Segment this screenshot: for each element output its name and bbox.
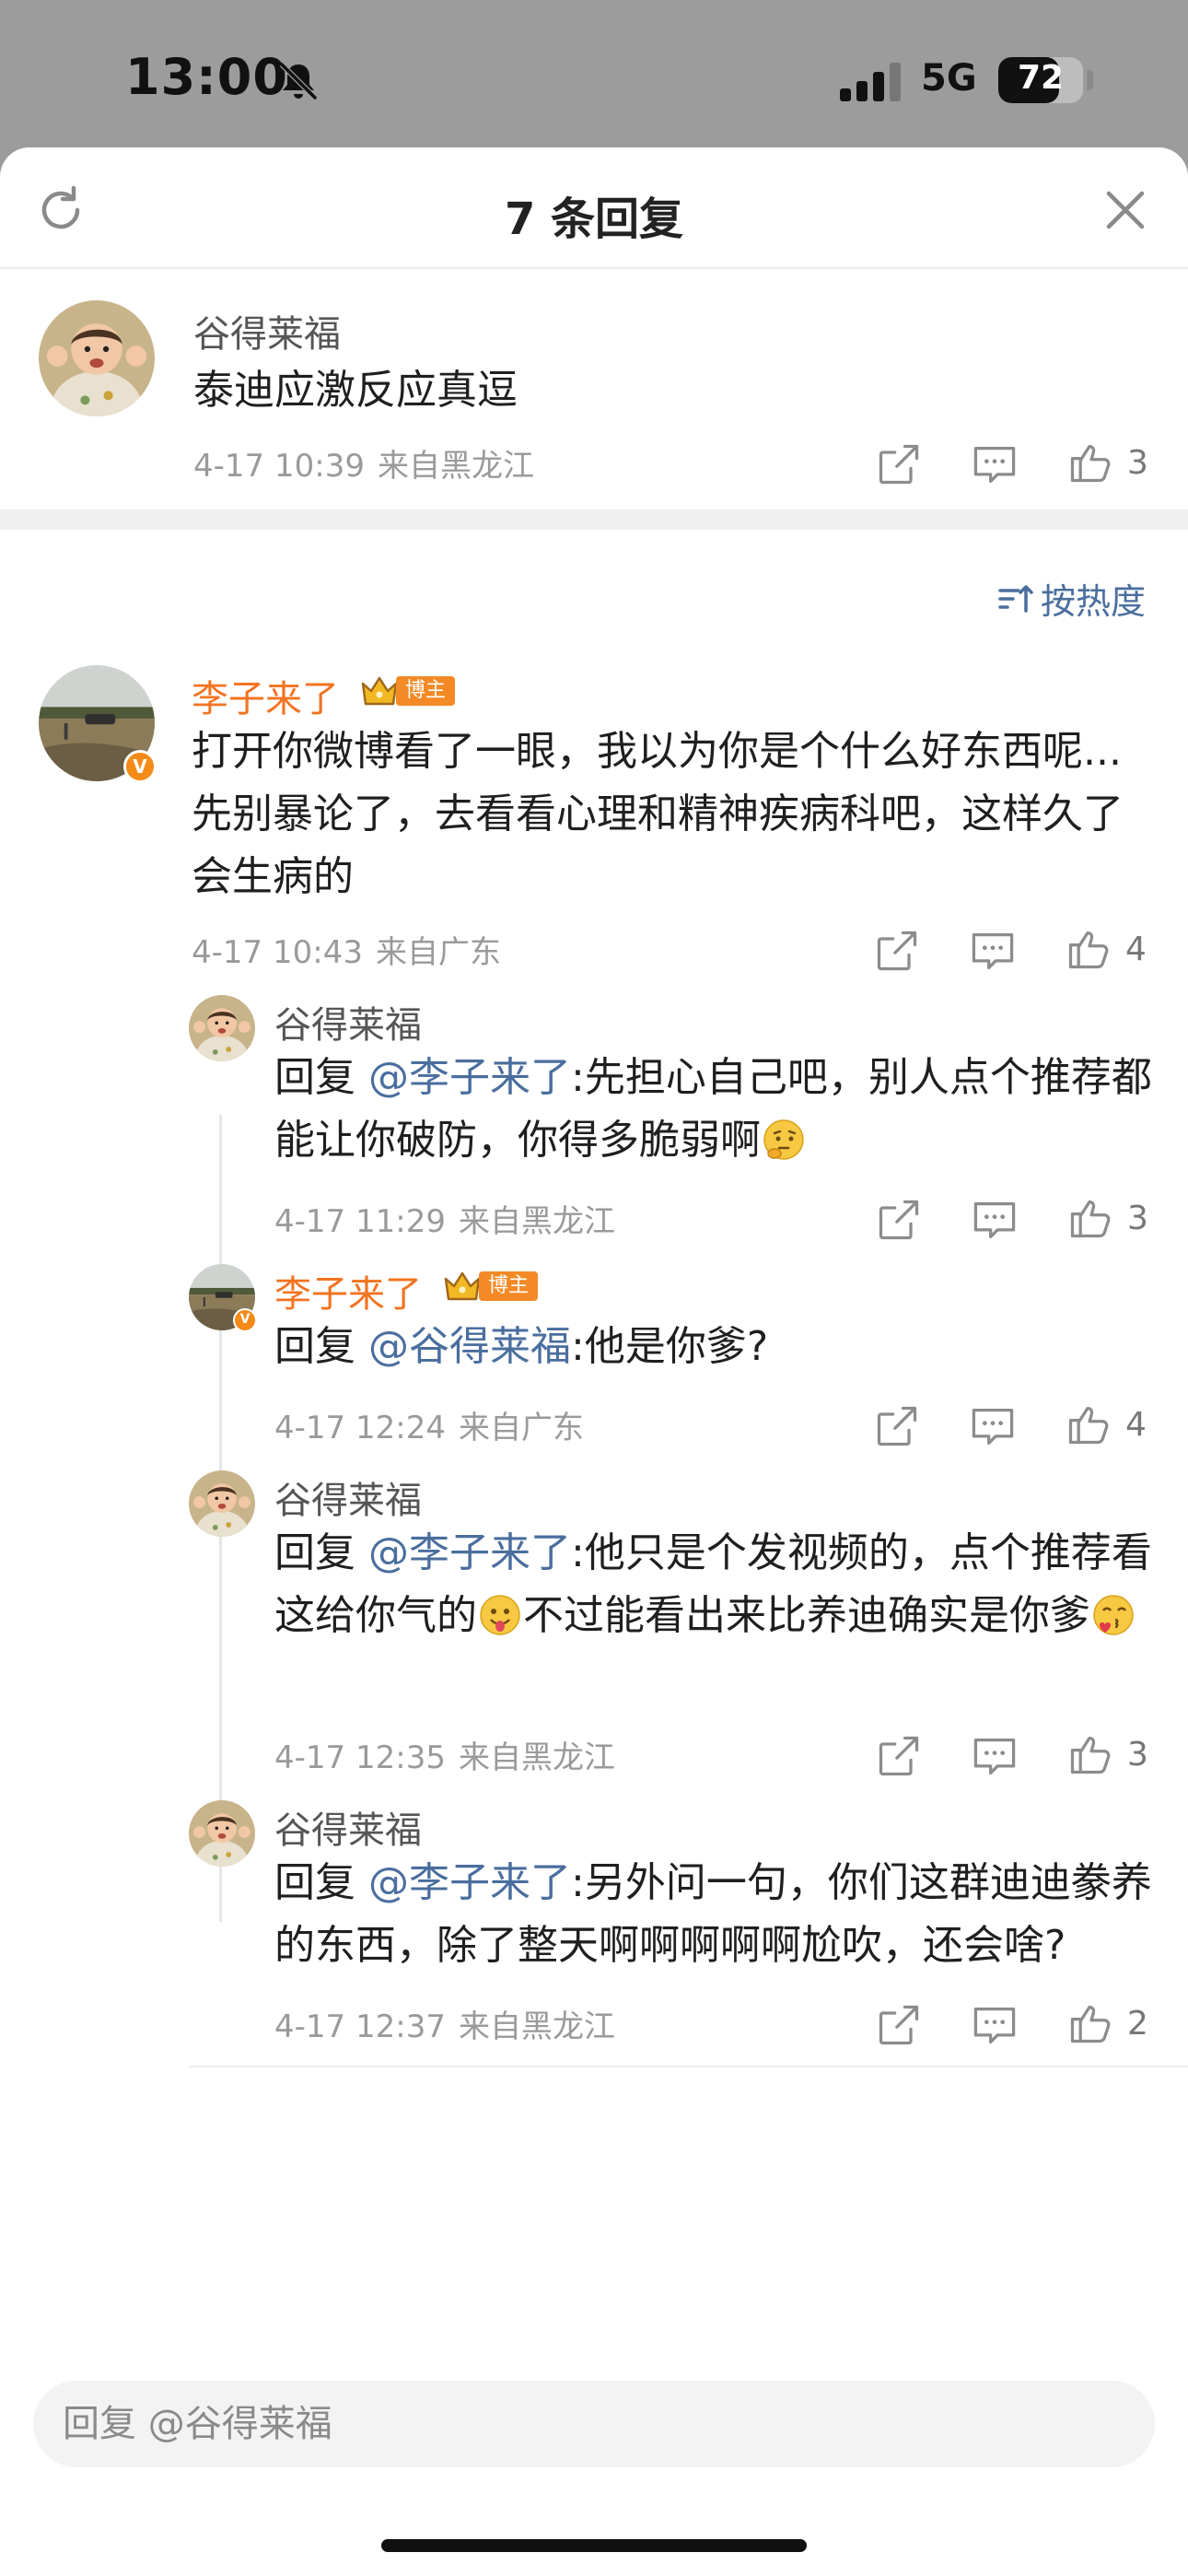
like-count: 4 (1125, 1406, 1147, 1444)
reply-username[interactable]: 谷得莱福 (274, 995, 422, 1048)
location: 来自广东 (375, 934, 501, 971)
location: 来自广东 (458, 1410, 584, 1446)
battery-level: 72 (1017, 59, 1065, 97)
share-icon[interactable] (875, 1732, 923, 1780)
timestamp: 4-17 12:24 (274, 1410, 446, 1446)
badge-label: 博主 (479, 1271, 539, 1301)
like-count: 2 (1127, 2005, 1148, 2043)
verified-badge: V (123, 750, 157, 783)
comment-icon[interactable] (969, 1402, 1017, 1450)
reply-input[interactable] (33, 2381, 1155, 2467)
avatar[interactable] (189, 995, 255, 1061)
kiss-emoji-icon (1090, 1592, 1136, 1638)
reply-text: 回复 @李子来了:先担心自己吧，别人点个推荐都能让你破防，你得多脆弱啊 (274, 1054, 1152, 1164)
sheet-title: 7 条回复 (504, 193, 684, 245)
reply-text: 回复 @李子来了:另外问一句，你们这群迪迪豢养的东西，除了整天啊啊啊啊啊尬吹，还… (274, 1859, 1152, 1969)
avatar[interactable] (189, 1470, 255, 1537)
timestamp: 4-17 12:35 (274, 1739, 446, 1776)
badge-label: 博主 (396, 676, 456, 706)
location: 来自黑龙江 (458, 1739, 615, 1776)
mention-link[interactable]: @李子来了 (368, 1859, 571, 1906)
reply-text: 打开你微博看了一眼，我以为你是个什么好东西呢...先别暴论了，去看看心理和精神疾… (192, 728, 1124, 900)
reply-text: 回复 @谷得莱福:他是你爹? (274, 1323, 769, 1370)
reply-username[interactable]: 谷得莱福 (274, 1800, 422, 1854)
share-icon[interactable] (873, 927, 921, 975)
close-icon[interactable] (1101, 186, 1149, 234)
battery-tip (1087, 70, 1093, 90)
like-count: 3 (1127, 444, 1148, 482)
comment-icon[interactable] (971, 440, 1019, 488)
like-count: 3 (1127, 1200, 1148, 1237)
thinking-emoji-icon (761, 1117, 807, 1163)
root-username[interactable]: 谷得莱福 (193, 304, 341, 357)
like-count: 3 (1127, 1736, 1148, 1774)
location: 来自黑龙江 (458, 2008, 615, 2045)
avatar[interactable] (189, 1800, 255, 1867)
comment-icon[interactable] (971, 2001, 1019, 2049)
reply-username[interactable]: 李子来了 (192, 669, 339, 722)
home-indicator[interactable] (381, 2539, 807, 2552)
reply-meta: 4-17 11:29 来自黑龙江 (274, 1196, 615, 1241)
like-icon[interactable] (1065, 925, 1112, 973)
like-count: 4 (1125, 931, 1147, 968)
timestamp: 4-17 10:39 (193, 448, 365, 485)
reply-meta: 4-17 12:24 来自广东 (274, 1402, 584, 1447)
mention-link[interactable]: @李子来了 (368, 1529, 571, 1576)
like-icon[interactable] (1066, 1194, 1114, 1242)
sort-icon (998, 584, 1033, 613)
timestamp: 4-17 10:43 (192, 934, 363, 971)
like-icon[interactable] (1066, 439, 1114, 486)
share-icon[interactable] (875, 440, 923, 488)
battery-icon: 72 (998, 57, 1083, 103)
avatar[interactable]: V (39, 665, 157, 783)
blogger-badge: 博主 (442, 1268, 539, 1305)
like-icon[interactable] (1066, 1999, 1114, 2047)
reply-meta: 4-17 10:43 来自广东 (192, 927, 501, 972)
section-divider (0, 509, 1188, 530)
replies-sheet: 7 条回复 谷得莱福 泰迪应激反应真逗 4-17 10:39 来自黑龙江 3 按热… (0, 147, 1188, 2576)
blogger-badge: 博主 (359, 673, 456, 709)
reply-text: 回复 @李子来了:他只是个发视频的，点个推荐看这给你气的 不过能看出来比养迪确实是… (274, 1529, 1152, 1639)
comment-icon[interactable] (969, 927, 1017, 975)
share-icon[interactable] (875, 2001, 923, 2049)
comment-icon[interactable] (971, 1732, 1019, 1780)
share-icon[interactable] (875, 1196, 923, 1244)
timestamp: 4-17 11:29 (274, 1203, 446, 1240)
sheet-header: 7 条回复 (0, 147, 1188, 269)
bell-muted-icon (279, 62, 318, 100)
avatar[interactable]: V (189, 1264, 257, 1332)
like-icon[interactable] (1065, 1400, 1112, 1448)
root-comment-meta: 4-17 10:39 来自黑龙江 (193, 440, 534, 486)
mention-link[interactable]: @李子来了 (368, 1054, 571, 1101)
list-end-divider (189, 2066, 1188, 2067)
mention-link[interactable]: @谷得莱福 (368, 1323, 571, 1370)
network-type: 5G (921, 57, 977, 100)
status-time: 13:00 (125, 48, 288, 106)
share-icon[interactable] (873, 1402, 921, 1450)
location: 来自黑龙江 (377, 448, 534, 485)
cellular-signal-icon (840, 63, 901, 101)
sort-by-hot-button[interactable]: 按热度 (996, 573, 1146, 624)
like-icon[interactable] (1066, 1730, 1114, 1778)
timestamp: 4-17 12:37 (274, 2008, 446, 2045)
verified-badge: V (233, 1308, 257, 1332)
crown-icon (442, 1268, 483, 1305)
reply-meta: 4-17 12:35 来自黑龙江 (274, 1732, 615, 1777)
sort-label: 按热度 (1041, 581, 1147, 622)
reply-username[interactable]: 谷得莱福 (274, 1470, 422, 1524)
location: 来自黑龙江 (458, 1203, 615, 1240)
reply-meta: 4-17 12:37 来自黑龙江 (274, 2001, 615, 2046)
comment-icon[interactable] (971, 1196, 1019, 1244)
status-bar: 13:00 5G 72 (0, 0, 1188, 147)
root-comment-text: 泰迪应激反应真逗 (193, 367, 518, 414)
crown-icon (359, 673, 400, 709)
tongue-emoji-icon (477, 1592, 523, 1638)
avatar[interactable] (39, 300, 155, 416)
reply-username[interactable]: 李子来了 (274, 1264, 422, 1317)
